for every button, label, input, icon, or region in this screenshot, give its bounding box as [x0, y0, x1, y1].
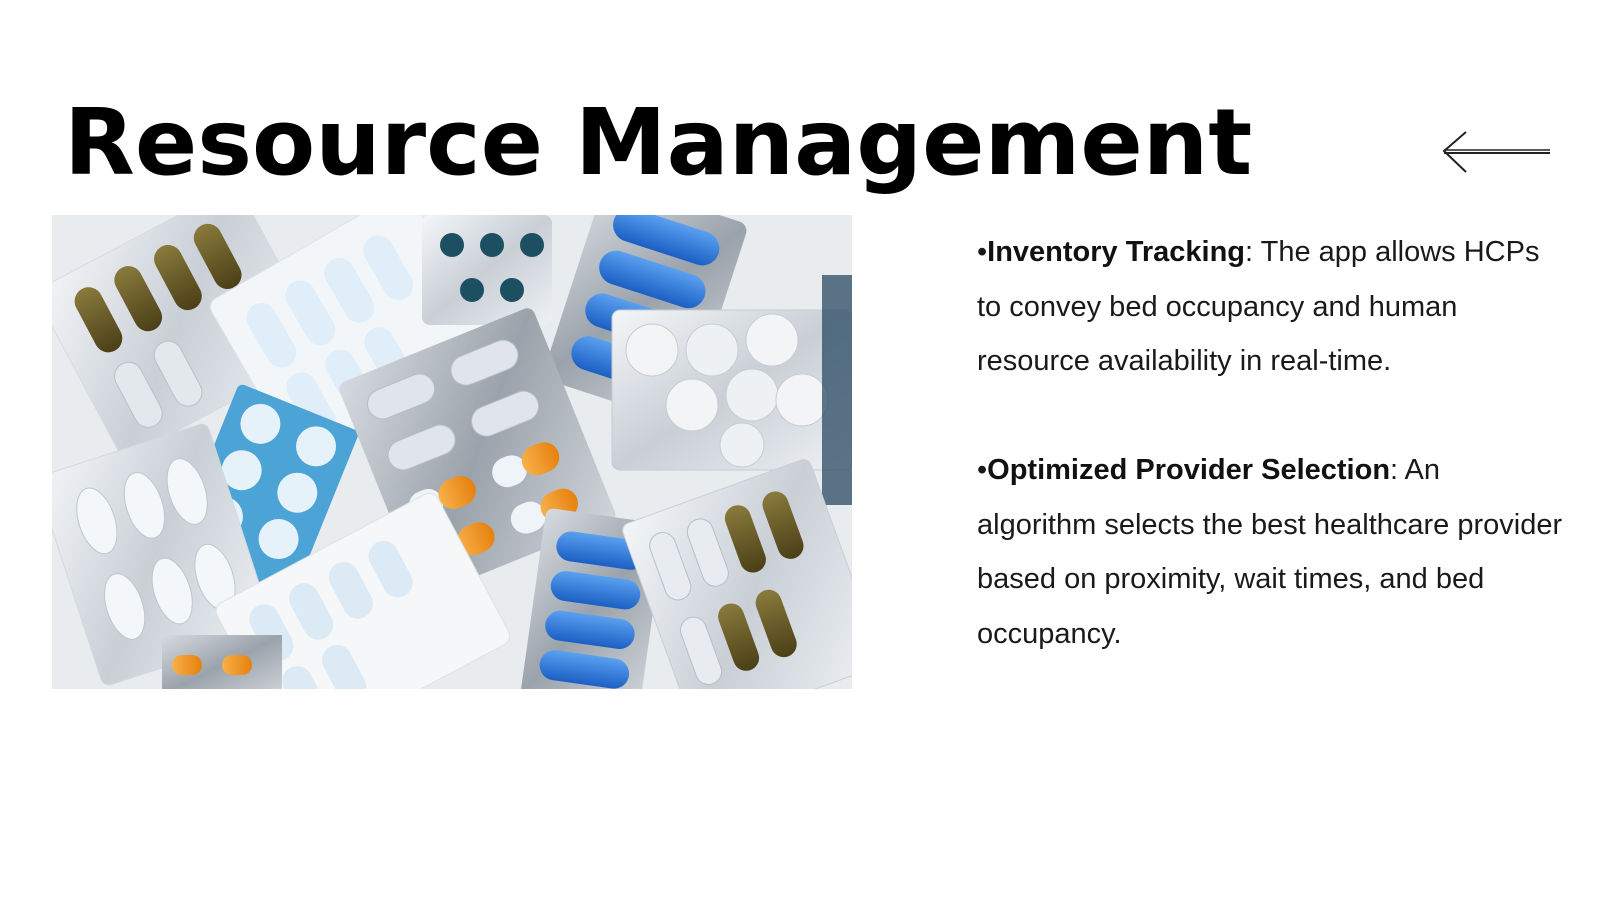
bullet-marker: •	[977, 454, 988, 486]
bullet-optimized-provider-selection: •Optimized Provider Selection: An algori…	[977, 443, 1567, 661]
left-arrow-icon	[1442, 131, 1550, 173]
slide-title: Resource Management	[64, 89, 1253, 196]
bullet-term: Inventory Tracking	[987, 236, 1246, 268]
bullet-marker: •	[977, 236, 988, 268]
back-arrow-button[interactable]	[1440, 130, 1552, 176]
bullet-inventory-tracking: •Inventory Tracking: The app allows HCPs…	[977, 225, 1567, 389]
bullet-list: •Inventory Tracking: The app allows HCPs…	[977, 225, 1567, 661]
pills-photo	[52, 215, 852, 689]
bullet-term: Optimized Provider Selection	[987, 454, 1391, 486]
